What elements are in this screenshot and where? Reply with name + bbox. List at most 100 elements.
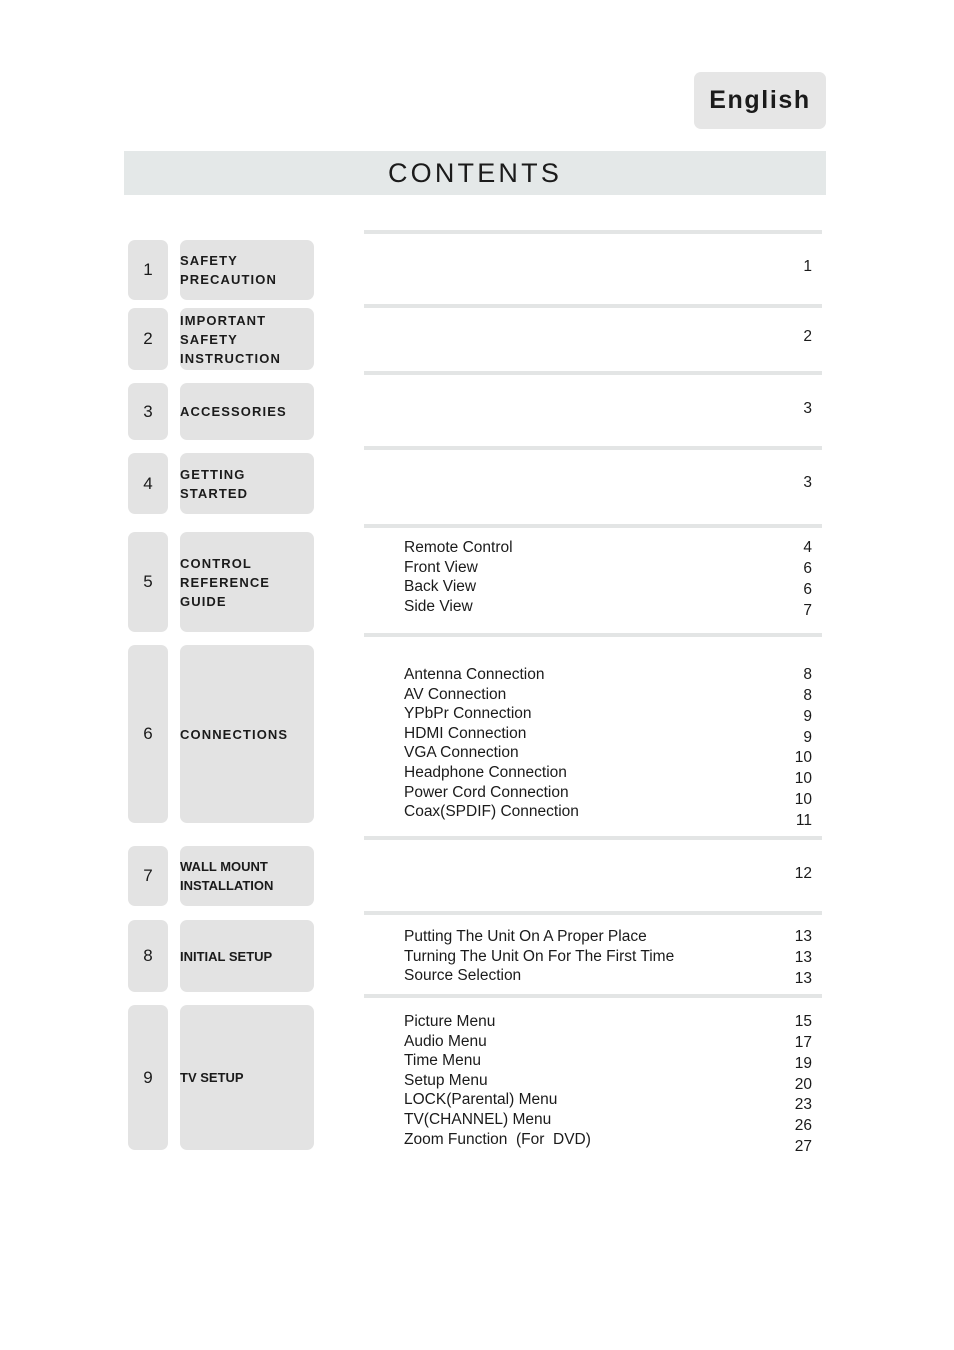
toc-entry[interactable]: Coax(SPDIF) Connection 11 xyxy=(404,802,812,829)
toc-entry-page-number: 15 xyxy=(794,1013,812,1030)
toc-entry[interactable]: Side View 7 xyxy=(404,597,812,619)
section-number-5: 5 xyxy=(128,532,168,632)
section-number-label: 3 xyxy=(143,401,153,421)
section-entry-list-control-reference-guide: Remote Control 4 Front View 6 Back View 6 Side… xyxy=(404,538,812,619)
section-entry-list-tv-setup: Picture Menu 15 Audio Menu 17 Time Menu 19 Set… xyxy=(404,1012,812,1156)
section-number-6: 6 xyxy=(128,645,168,823)
section-title-safety-precaution[interactable]: SAFETY PRECAUTION xyxy=(180,240,314,300)
section-number-8: 8 xyxy=(128,920,168,992)
toc-entry-title: Turning The Unit On For The First Time xyxy=(404,947,675,965)
section-separator xyxy=(364,230,822,234)
toc-entry-title: AV Connection xyxy=(404,685,507,703)
section-separator xyxy=(364,994,822,998)
toc-entry[interactable]: Source Selection 13 xyxy=(404,966,812,987)
section-page-number: 3 xyxy=(803,400,812,417)
section-separator xyxy=(364,304,822,308)
section-title-connections[interactable]: CONNECTIONS xyxy=(180,645,314,823)
toc-entry[interactable]: AV Connection 8 xyxy=(404,685,812,705)
section-title-getting-started[interactable]: GETTING STARTED xyxy=(180,453,314,514)
section-number-3: 3 xyxy=(128,383,168,440)
section-title-label: GETTING STARTED xyxy=(180,466,249,501)
section-number-label: 4 xyxy=(143,473,153,493)
toc-entry[interactable]: Putting The Unit On A Proper Place 13 xyxy=(404,927,812,947)
section-number-label: 2 xyxy=(143,329,153,348)
section-number-label: 5 xyxy=(143,572,153,591)
section-separator xyxy=(364,633,822,637)
section-title-label: SAFETY PRECAUTION xyxy=(180,253,277,287)
toc-entry-title: Headphone Connection xyxy=(404,763,567,781)
section-separator xyxy=(364,911,822,915)
toc-entry[interactable]: YPbPr Connection 9 xyxy=(404,704,812,725)
toc-entry-page-number: 8 xyxy=(803,686,812,704)
toc-entry-page-number: 13 xyxy=(794,969,812,987)
section-number-9: 9 xyxy=(128,1005,168,1150)
toc-entry[interactable]: Back View 6 xyxy=(404,577,812,598)
section-title-label: INITIAL SETUP xyxy=(180,948,273,964)
section-separator xyxy=(364,836,822,840)
toc-entry-title: TV(CHANNEL) Menu xyxy=(404,1110,552,1128)
section-title-tv-setup[interactable]: TV SETUP xyxy=(180,1005,314,1150)
section-title-label: IMPORTANT SAFETY INSTRUCTION xyxy=(180,312,281,366)
section-number-label: 6 xyxy=(143,724,153,743)
toc-entry[interactable]: Remote Control 4 xyxy=(404,538,812,558)
section-number-1: 1 xyxy=(128,240,168,300)
section-title-label: CONTROL REFERENCE GUIDE xyxy=(180,555,271,609)
section-separator xyxy=(364,371,822,375)
toc-entry[interactable]: Front View 6 xyxy=(404,558,812,578)
toc-entry[interactable]: Turning The Unit On For The First Time 13 xyxy=(404,947,812,967)
toc-entry-page-number: 27 xyxy=(794,1138,812,1156)
section-title-label: ACCESSORIES xyxy=(180,404,287,419)
toc-entry-title: YPbPr Connection xyxy=(404,705,532,723)
section-number-label: 1 xyxy=(143,260,153,279)
section-number-label: 7 xyxy=(143,866,153,885)
section-page-number: 12 xyxy=(794,865,812,882)
toc-entry[interactable]: LOCK(Parental) Menu 23 xyxy=(404,1090,812,1113)
toc-entry[interactable]: TV(CHANNEL) Menu 26 xyxy=(404,1110,812,1134)
toc-entry-title: Setup Menu xyxy=(404,1071,488,1089)
toc-entry-title: Putting The Unit On A Proper Place xyxy=(404,928,647,945)
toc-entry[interactable]: Headphone Connection 10 xyxy=(404,763,812,787)
toc-entry-page-number: 4 xyxy=(803,539,812,556)
toc-entry[interactable]: Audio Menu 17 xyxy=(404,1032,812,1052)
toc-entry-page-number: 8 xyxy=(803,666,812,683)
toc-entry[interactable]: Setup Menu 20 xyxy=(404,1071,812,1093)
toc-entry-title: Zoom Function (For DVD) xyxy=(404,1130,591,1148)
toc-entry-title: Antenna Connection xyxy=(404,666,545,683)
section-separator xyxy=(364,524,822,528)
section-title-initial-setup[interactable]: INITIAL SETUP xyxy=(180,920,314,992)
section-title-accessories[interactable]: ACCESSORIES xyxy=(180,383,314,440)
section-number-label: 8 xyxy=(143,946,153,965)
toc-entry-title: HDMI Connection xyxy=(404,724,527,742)
toc-entry-page-number: 7 xyxy=(803,601,812,619)
toc-entry-title: Remote Control xyxy=(404,539,513,556)
toc-entry[interactable]: Time Menu 19 xyxy=(404,1051,812,1072)
section-entry-list-connections: Antenna Connection 8 AV Connection 8 YPbPr C… xyxy=(404,665,812,829)
toc-entry[interactable]: VGA Connection 10 xyxy=(404,743,812,766)
toc-entry[interactable]: Zoom Function (For DVD) 27 xyxy=(404,1130,812,1156)
toc-entry-page-number: 13 xyxy=(794,948,812,966)
toc-entry[interactable]: Antenna Connection 8 xyxy=(404,665,812,685)
section-title-label: TV SETUP xyxy=(180,1070,244,1085)
section-page-number: 2 xyxy=(803,328,812,345)
table-of-contents: 1 SAFETY PRECAUTION 1 2 IMPORTANT SAFETY INS… xyxy=(0,0,954,1350)
toc-entry-page-number: 17 xyxy=(794,1033,812,1051)
toc-entry[interactable]: HDMI Connection 9 xyxy=(404,724,812,746)
section-entry-list-initial-setup: Putting The Unit On A Proper Place 13 Turn… xyxy=(404,927,812,987)
toc-entry-page-number: 13 xyxy=(794,928,812,945)
toc-entry-title: Picture Menu xyxy=(404,1013,496,1030)
toc-entry-page-number: 6 xyxy=(803,559,812,577)
toc-entry-page-number: 11 xyxy=(795,811,812,829)
section-title-important-safety-instruction[interactable]: IMPORTANT SAFETY INSTRUCTION xyxy=(180,308,314,370)
section-title-label: CONNECTIONS xyxy=(180,726,289,742)
toc-entry[interactable]: Picture Menu 15 xyxy=(404,1012,812,1032)
section-page-number: 3 xyxy=(803,474,812,491)
section-number-2: 2 xyxy=(128,308,168,370)
section-title-wall-mount-installation[interactable]: WALL MOUNT INSTALLATION xyxy=(180,846,314,906)
section-title-control-reference-guide[interactable]: CONTROL REFERENCE GUIDE xyxy=(180,532,314,632)
toc-entry[interactable]: Power Cord Connection 10 xyxy=(404,783,812,809)
toc-entry-title: Power Cord Connection xyxy=(404,783,569,801)
section-number-4: 4 xyxy=(128,453,168,514)
section-page-number: 1 xyxy=(803,258,812,275)
section-number-label: 9 xyxy=(143,1067,153,1087)
toc-entry-title: LOCK(Parental) Menu xyxy=(404,1091,558,1109)
